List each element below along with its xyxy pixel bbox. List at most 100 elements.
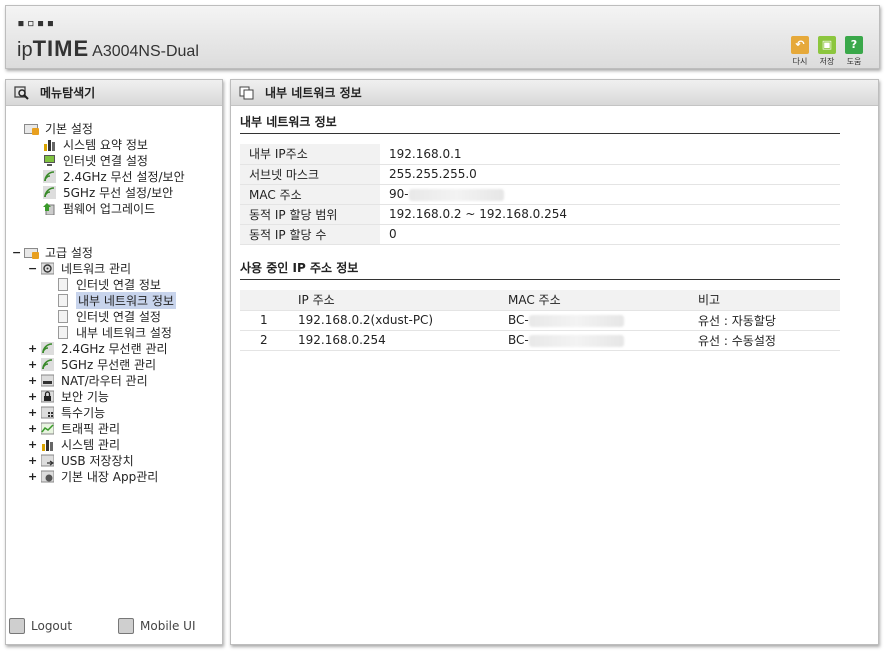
- traffic-icon: [40, 422, 56, 435]
- tree-label: 2.4GHz 무선랜 관리: [61, 341, 168, 356]
- table-row: 2 192.168.0.254 BC- 유선 : 수동설정: [240, 330, 840, 351]
- mobile-ui-label: Mobile UI: [140, 619, 196, 633]
- tree-traffic[interactable]: + 트래픽 관리: [28, 420, 120, 436]
- magnifier-icon: [14, 85, 30, 100]
- folder-icon: [24, 122, 40, 135]
- info-key: 동적 IP 할당 수: [240, 224, 380, 245]
- row-note: 유선 : 자동할당: [698, 310, 840, 331]
- pages-icon: [239, 86, 255, 100]
- tree-nat-router[interactable]: + NAT/라우터 관리: [28, 372, 148, 388]
- expand-toggle[interactable]: +: [28, 454, 40, 467]
- tree-item-internet-config[interactable]: 인터넷 연결 설정: [58, 308, 161, 324]
- usb-icon: [40, 454, 56, 467]
- logout-icon: [9, 618, 25, 634]
- col-index: [240, 290, 298, 311]
- menu-footer: Logout Mobile UI: [6, 618, 222, 638]
- tree-label: 인터넷 연결 설정: [76, 309, 161, 324]
- row-mac: BC-: [508, 330, 698, 351]
- section-title-lan-info: 내부 네트워크 정보: [240, 113, 840, 134]
- tree-label: 시스템 관리: [61, 437, 121, 452]
- wifi-icon: [40, 341, 56, 355]
- logout-button[interactable]: Logout: [9, 618, 72, 634]
- info-value: 0: [380, 224, 840, 245]
- tree-wifi5-management[interactable]: + 5GHz 무선랜 관리: [28, 356, 156, 372]
- row-ip: 192.168.0.254: [298, 330, 508, 351]
- tree-label: 5GHz 무선랜 관리: [61, 357, 157, 372]
- undo-label: 다시: [792, 57, 808, 66]
- collapse-toggle[interactable]: −: [12, 246, 24, 259]
- tree-basic-settings[interactable]: 기본 설정: [24, 120, 93, 136]
- network-icon: [40, 262, 56, 275]
- tree-item-system-summary[interactable]: 시스템 요약 정보: [42, 136, 148, 152]
- expand-toggle[interactable]: +: [28, 438, 40, 451]
- brand-logo: ipTIME A3004NS-Dual: [17, 36, 199, 62]
- tree-special[interactable]: + 특수기능: [28, 404, 105, 420]
- undo-button[interactable]: ↶ 다시: [789, 36, 811, 67]
- tree-usb[interactable]: + USB 저장장치: [28, 452, 134, 468]
- page-icon: [58, 293, 68, 307]
- logo-dots: ▪▫▪▪: [17, 16, 57, 31]
- expand-toggle[interactable]: +: [28, 374, 40, 387]
- tree-label: 특수기능: [61, 405, 106, 420]
- tree-advanced-settings[interactable]: − 고급 설정: [12, 244, 93, 260]
- logout-label: Logout: [31, 619, 73, 633]
- help-label: 도움: [846, 57, 862, 66]
- content-title: 내부 네트워크 정보: [265, 86, 362, 100]
- mobile-ui-button[interactable]: Mobile UI: [118, 618, 196, 634]
- tree-item-lan-config[interactable]: 내부 네트워크 설정: [58, 324, 172, 340]
- tree-network-management[interactable]: − 네트워크 관리: [28, 260, 131, 276]
- redacted-mac: [528, 314, 624, 327]
- expand-toggle[interactable]: +: [28, 422, 40, 435]
- tree-label: 5GHz 무선 설정/보안: [63, 185, 174, 200]
- menu-explorer-label: 메뉴탐색기: [40, 86, 96, 100]
- tree-label-selected: 내부 네트워크 정보: [76, 291, 176, 309]
- app-icon: [40, 470, 56, 483]
- tree-label: 펌웨어 업그레이드: [63, 201, 156, 216]
- mobile-icon: [118, 618, 134, 634]
- info-key: 내부 IP주소: [240, 144, 380, 165]
- table-row: 내부 IP주소 192.168.0.1: [240, 144, 840, 165]
- tree-security[interactable]: + 보안 기능: [28, 388, 109, 404]
- tree-label: 기본 설정: [45, 121, 93, 136]
- folder-icon: [24, 246, 40, 259]
- menu-explorer-panel: 메뉴탐색기 기본 설정 시스템 요약 정보 인터넷 연결 설정 2.4GHz 무…: [5, 79, 223, 645]
- help-button[interactable]: ? 도움: [843, 36, 865, 67]
- expand-toggle[interactable]: +: [28, 470, 40, 483]
- tree-label: USB 저장장치: [61, 453, 134, 468]
- expand-toggle[interactable]: +: [28, 390, 40, 403]
- tree-wifi24-management[interactable]: + 2.4GHz 무선랜 관리: [28, 340, 168, 356]
- page-icon: [58, 309, 68, 323]
- info-value: 192.168.0.2 ~ 192.168.0.254: [380, 204, 840, 225]
- collapse-toggle[interactable]: −: [28, 262, 40, 275]
- special-icon: [40, 406, 56, 419]
- expand-toggle[interactable]: +: [28, 358, 40, 371]
- wifi-icon: [42, 169, 58, 183]
- expand-toggle[interactable]: +: [28, 342, 40, 355]
- lan-info-table: 내부 IP주소 192.168.0.1 서브넷 마스크 255.255.255.0 …: [240, 144, 840, 245]
- tree-label: 시스템 요약 정보: [63, 137, 148, 152]
- tree-item-wifi24-setup[interactable]: 2.4GHz 무선 설정/보안: [42, 168, 185, 184]
- content-title-bar: 내부 네트워크 정보: [231, 80, 878, 106]
- table-row: 서브넷 마스크 255.255.255.0: [240, 164, 840, 185]
- tree-item-internet-info[interactable]: 인터넷 연결 정보: [58, 276, 161, 292]
- tree-system[interactable]: + 시스템 관리: [28, 436, 120, 452]
- router-icon: [40, 374, 56, 387]
- tree-item-wifi5-setup[interactable]: 5GHz 무선 설정/보안: [42, 184, 173, 200]
- model-name: A3004NS-Dual: [92, 43, 199, 60]
- brand-ip: ip: [17, 39, 33, 61]
- tree-item-lan-info[interactable]: 내부 네트워크 정보: [58, 291, 176, 309]
- tree-item-internet-setup[interactable]: 인터넷 연결 설정: [42, 152, 148, 168]
- tree-label: 인터넷 연결 설정: [63, 153, 148, 168]
- table-row: MAC 주소 90-: [240, 184, 840, 205]
- tree-app-management[interactable]: + 기본 내장 App관리: [28, 468, 158, 484]
- upgrade-icon: [42, 202, 58, 215]
- tree-item-firmware[interactable]: 펌웨어 업그레이드: [42, 200, 155, 216]
- content-panel: 내부 네트워크 정보 내부 네트워크 정보 내부 IP주소 192.168.0.1…: [230, 79, 879, 645]
- brand-time: TIME: [32, 36, 90, 61]
- mac-prefix: BC-: [508, 313, 529, 327]
- wifi-icon: [40, 357, 56, 371]
- expand-toggle[interactable]: +: [28, 406, 40, 419]
- save-icon: ▣: [818, 36, 836, 54]
- save-button[interactable]: ▣ 저장: [816, 36, 838, 67]
- monitor-icon: [42, 154, 58, 167]
